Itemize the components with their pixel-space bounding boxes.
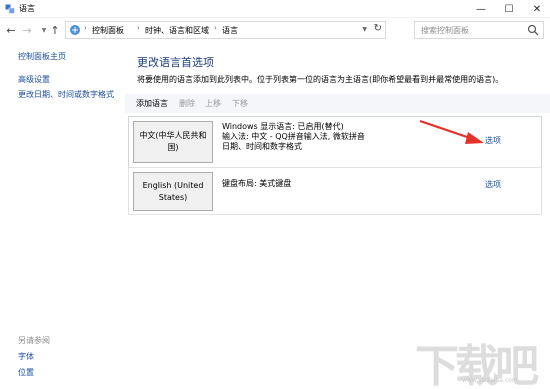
breadcrumb-separator: › bbox=[84, 24, 87, 32]
back-arrow-icon[interactable]: ← bbox=[4, 23, 18, 37]
breadcrumb-language[interactable]: 语言 bbox=[222, 25, 238, 36]
search-icon[interactable] bbox=[527, 24, 539, 36]
see-also-heading: 另请参阅 bbox=[18, 336, 50, 345]
language-app-icon bbox=[5, 4, 15, 14]
control-panel-icon bbox=[70, 25, 80, 35]
sidebar-link-location[interactable]: 位置 bbox=[18, 367, 34, 378]
watermark-url: www.xiazaiba.com bbox=[462, 377, 518, 384]
options-link-english[interactable]: 选项 bbox=[485, 179, 501, 190]
breadcrumb-clock-language-region[interactable]: 时钟、语言和区域 bbox=[145, 25, 209, 36]
address-dropdown-chevron-icon[interactable]: ▼ bbox=[362, 26, 367, 33]
language-row-english[interactable]: English (United States) 键盘布局: 美式键盘 选项 bbox=[128, 167, 542, 215]
language-display-info: Windows 显示语言: 已启用(替代) bbox=[222, 122, 344, 131]
address-bar[interactable]: › 控制面板 › 时钟、语言和区域 › 语言 ▼ ↻ bbox=[65, 21, 386, 39]
window-title: 语言 bbox=[19, 4, 35, 13]
title-bar: 语言 — ☐ ✕ bbox=[0, 0, 550, 18]
page-title: 更改语言首选项 bbox=[137, 56, 214, 69]
remove-language-button[interactable]: 删除 bbox=[179, 98, 195, 109]
language-keyboard-info: 键盘布局: 美式键盘 bbox=[222, 179, 292, 188]
move-down-button[interactable]: 下移 bbox=[232, 98, 248, 109]
sidebar-link-change-date-time-format[interactable]: 更改日期、时间或数字格式 bbox=[18, 89, 114, 100]
forward-arrow-icon[interactable]: → bbox=[20, 23, 34, 37]
sidebar: 控制面板主页 高级设置 更改日期、时间或数字格式 另请参阅 字体 位置 bbox=[0, 44, 125, 389]
page-description: 将要使用的语言添加到此列表中。位于列表第一位的语言为主语言(即你希望最看到并最常… bbox=[137, 75, 504, 84]
refresh-icon[interactable]: ↻ bbox=[374, 23, 382, 34]
move-up-button[interactable]: 上移 bbox=[205, 98, 221, 109]
language-name-button-english[interactable]: English (United States) bbox=[133, 172, 213, 211]
sidebar-link-advanced-settings[interactable]: 高级设置 bbox=[18, 74, 50, 85]
language-toolbar: 添加语言 删除 上移 下移 bbox=[125, 94, 550, 113]
maximize-button[interactable]: ☐ bbox=[496, 0, 522, 18]
up-arrow-icon[interactable]: ↑ bbox=[48, 23, 62, 37]
add-language-button[interactable]: 添加语言 bbox=[136, 98, 168, 109]
annotation-arrow-icon bbox=[419, 119, 484, 144]
breadcrumb-separator: › bbox=[137, 24, 140, 32]
language-input-method-info: 输入法: 中文 - QQ拼音输入法, 微软拼音 bbox=[222, 132, 365, 141]
minimize-button[interactable]: — bbox=[468, 0, 494, 18]
sidebar-link-fonts[interactable]: 字体 bbox=[18, 351, 34, 362]
search-placeholder: 搜索控制面板 bbox=[421, 26, 469, 35]
breadcrumb-separator: › bbox=[214, 24, 217, 32]
language-name-button-chinese[interactable]: 中文(中华人民共和国) bbox=[133, 121, 213, 163]
breadcrumb-control-panel[interactable]: 控制面板 bbox=[92, 25, 124, 36]
navigation-bar: ← → ▼ ↑ › 控制面板 › 时钟、语言和区域 › 语言 ▼ ↻ 搜索控制面… bbox=[0, 18, 550, 44]
close-button[interactable]: ✕ bbox=[524, 0, 550, 18]
language-format-info: 日期、时间和数字格式 bbox=[222, 142, 302, 151]
search-input[interactable]: 搜索控制面板 bbox=[414, 21, 544, 39]
sidebar-link-control-panel-home[interactable]: 控制面板主页 bbox=[18, 51, 66, 62]
